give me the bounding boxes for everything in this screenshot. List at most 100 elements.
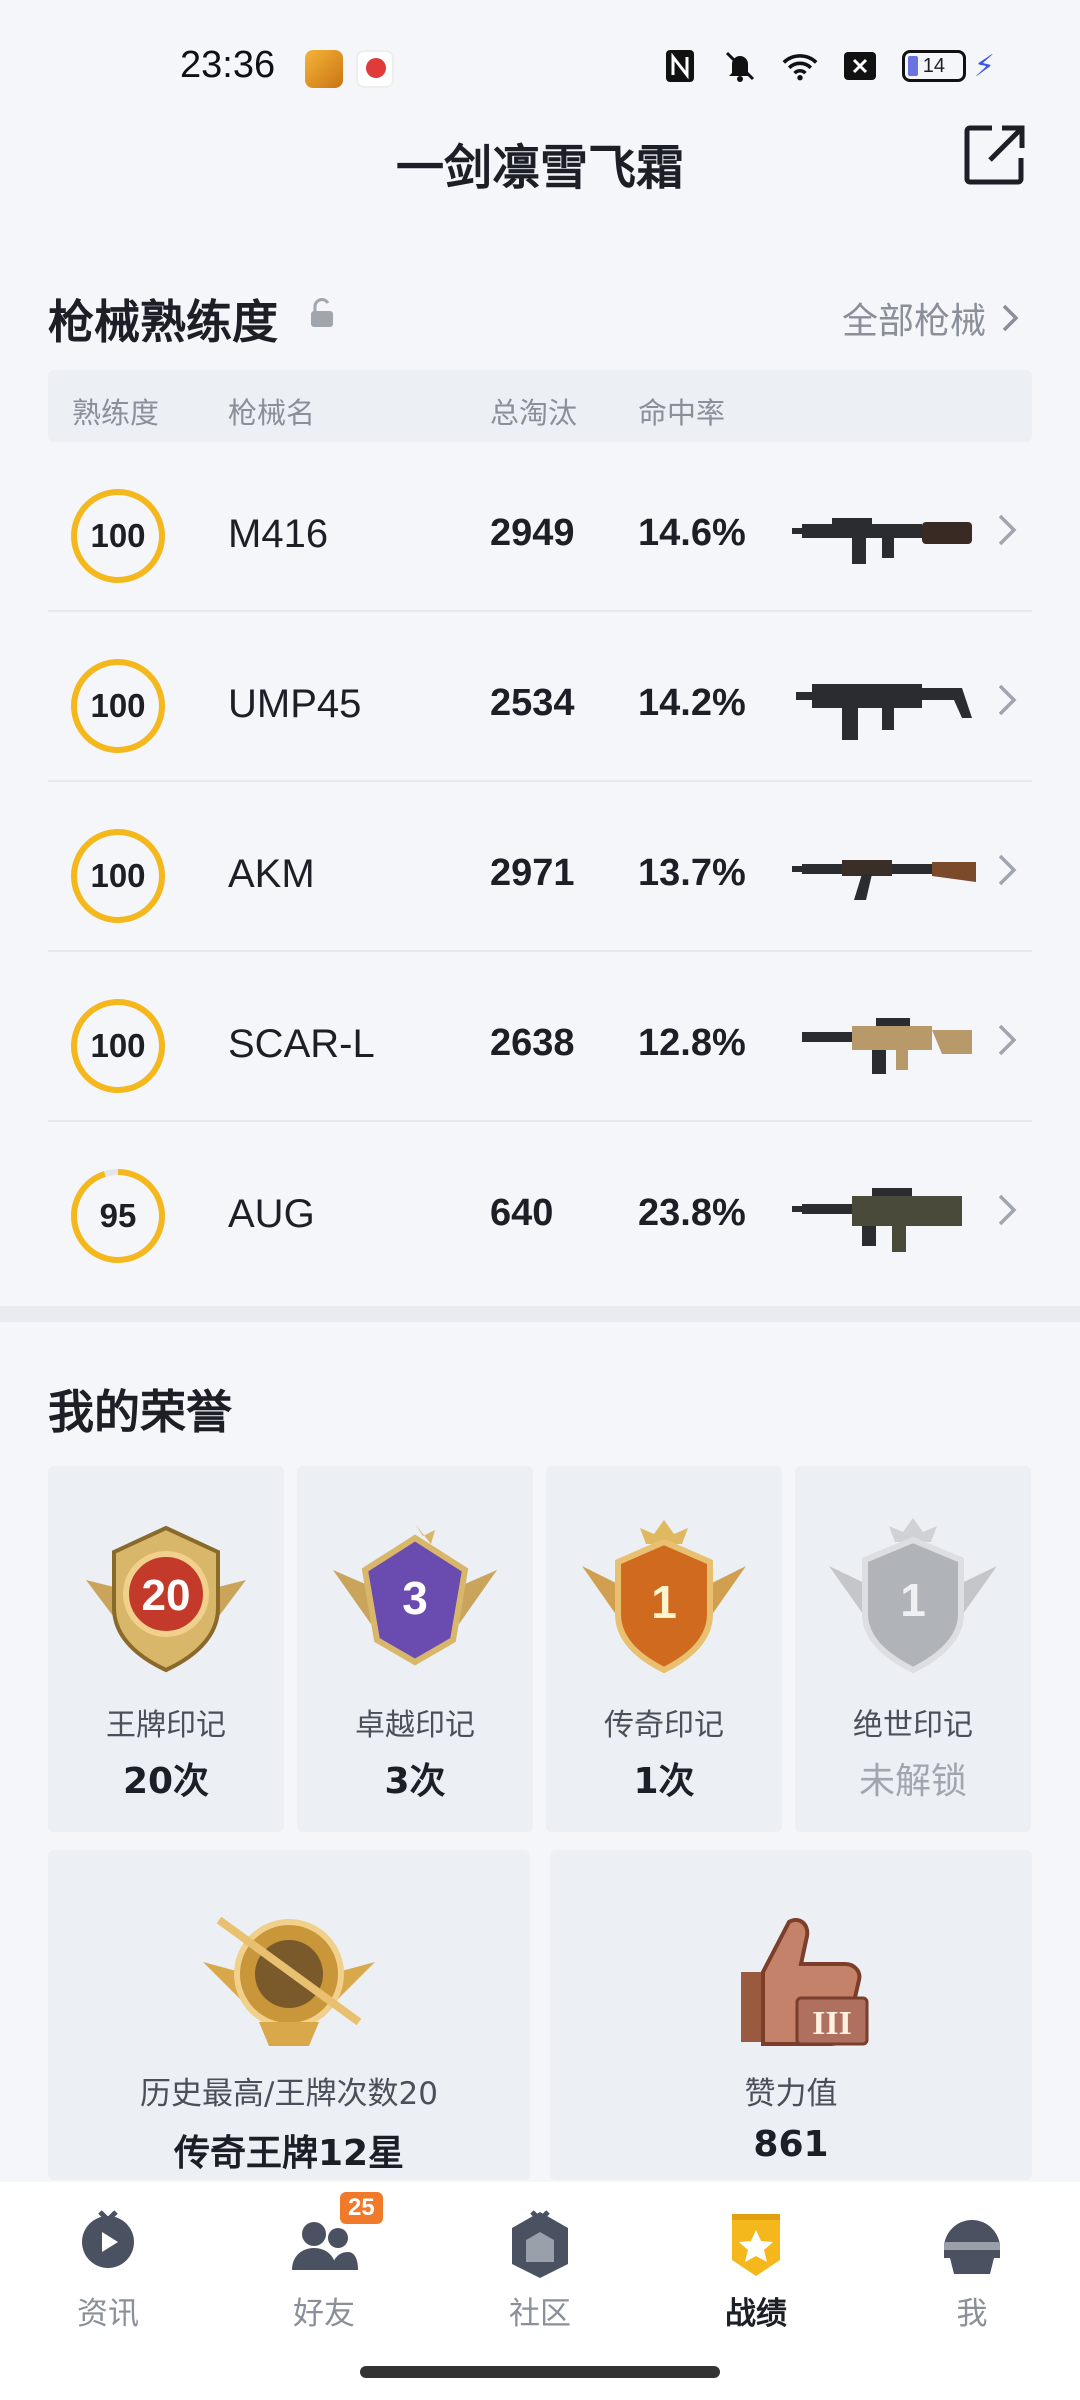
honor-card-excellent[interactable]: 3 卓越印记 3次 [297, 1466, 533, 1832]
nav-friends[interactable]: 25 好友 [254, 2192, 394, 2333]
status-time: 23:36 [180, 44, 276, 86]
weapon-name: M416 [228, 512, 329, 556]
weapon-kills: 2534 [490, 682, 575, 724]
weapon-name: UMP45 [228, 682, 362, 726]
status-bar: 23:36 14 ⚡ [0, 0, 1080, 130]
weapon-image [802, 1018, 972, 1074]
all-weapons-label: 全部枪械 [841, 301, 986, 342]
highest-rank-value: 传奇王牌12星 [173, 2133, 405, 2174]
svg-text:III: III [812, 2005, 852, 2042]
all-weapons-link[interactable]: 全部枪械 [842, 292, 1020, 344]
share-button[interactable] [962, 122, 1028, 188]
rank-badge-icon [203, 1916, 375, 2046]
nav-label: 社区 [509, 2296, 571, 2332]
highest-rank-card[interactable]: 历史最高/王牌次数20 传奇王牌12星 [48, 1850, 530, 2180]
lock-icon[interactable] [308, 296, 336, 330]
honor-card-ace[interactable]: 20 王牌印记 20次 [48, 1466, 284, 1832]
app-notification-icon-2 [356, 50, 394, 88]
battery-icon: 14 [901, 50, 966, 82]
honor-label: 卓越印记 [355, 1708, 475, 1743]
proficiency-value: 100 [90, 687, 146, 724]
friends-badge: 25 [340, 2192, 383, 2224]
weapon-name: SCAR-L [228, 1022, 375, 1066]
nav-label: 资讯 [77, 2296, 139, 2332]
honor-label: 传奇印记 [604, 1708, 724, 1743]
honor-card-peerless[interactable]: 1 绝世印记 未解锁 [795, 1466, 1031, 1832]
home-indicator[interactable] [360, 2366, 720, 2378]
proficiency-value: 95 [99, 1197, 137, 1234]
ace-badge-icon: 20 [86, 1525, 246, 1673]
weapon-hit-rate: 13.7% [638, 852, 746, 894]
honor-value: 1次 [633, 1761, 695, 1802]
honor-value: 20次 [122, 1761, 210, 1802]
weapon-hit-rate: 14.2% [638, 682, 746, 724]
honor-section-title: 我的荣誉 [48, 1385, 232, 1439]
weapon-kills: 2971 [490, 852, 575, 894]
likes-value: 861 [753, 2124, 829, 2165]
nav-record[interactable]: 战绩 [686, 2208, 826, 2333]
weapon-table-header: 熟练度 枪械名 总淘汰 命中率 [48, 370, 1032, 442]
honor-label: 绝世印记 [853, 1708, 973, 1743]
col-proficiency: 熟练度 [72, 396, 160, 430]
legend-badge-icon: 1 [582, 1520, 746, 1674]
chevron-right-icon [998, 514, 1017, 546]
nav-label: 好友 [293, 2296, 355, 2332]
proficiency-value: 100 [90, 857, 146, 894]
legend-badge-number: 1 [651, 1576, 677, 1628]
nav-news[interactable]: 资讯 [38, 2208, 178, 2333]
weapon-image [792, 518, 972, 564]
weapon-row[interactable]: 100 M416 2949 14.6% [48, 442, 1032, 612]
bell-muted-icon [722, 48, 758, 84]
weapon-image [796, 684, 972, 740]
nfc-icon [662, 48, 698, 84]
profile-icon [936, 2208, 1008, 2280]
app-notification-icon [305, 50, 343, 88]
share-icon [964, 125, 1025, 185]
weapon-hit-rate: 12.8% [638, 1022, 746, 1064]
friends-icon: 25 [288, 2192, 383, 2280]
news-icon [72, 2208, 144, 2280]
chevron-right-icon [1002, 304, 1019, 332]
weapon-row[interactable]: 100 SCAR-L 2638 12.8% [48, 952, 1032, 1122]
sim-x-icon [842, 48, 878, 84]
status-icons: 14 ⚡ [662, 48, 995, 84]
nav-community[interactable]: 社区 [470, 2208, 610, 2333]
proficiency-value: 100 [90, 1027, 146, 1064]
nav-label-active: 战绩 [725, 2296, 787, 2332]
excellent-badge-icon: 3 [333, 1524, 497, 1666]
col-kills: 总淘汰 [490, 396, 578, 430]
weapon-row[interactable]: 100 UMP45 2534 14.2% [48, 612, 1032, 782]
weapon-name: AUG [228, 1192, 315, 1236]
chevron-right-icon [998, 684, 1017, 716]
col-hit-rate: 命中率 [638, 396, 726, 430]
section-divider [0, 1306, 1080, 1322]
page-title: 一剑凛雪飞霜 [395, 140, 684, 196]
col-weapon-name: 枪械名 [228, 396, 316, 430]
weapon-section-title: 枪械熟练度 [48, 295, 278, 349]
chevron-right-icon [998, 1194, 1017, 1226]
honor-card-legend[interactable]: 1 传奇印记 1次 [546, 1466, 782, 1832]
weapon-hit-rate: 23.8% [638, 1192, 746, 1234]
excellent-badge-number: 3 [402, 1572, 428, 1624]
honor-value: 3次 [384, 1761, 446, 1802]
likes-card[interactable]: III 赞力值 861 [550, 1850, 1032, 2180]
proficiency-value: 100 [90, 517, 146, 554]
record-icon [720, 2208, 792, 2280]
weapon-hit-rate: 14.6% [638, 512, 746, 554]
thumbs-up-icon: III [741, 1917, 869, 2046]
weapon-image [792, 1188, 962, 1252]
weapon-row[interactable]: 95 AUG 640 23.8% [48, 1122, 1032, 1292]
peerless-badge-icon: 1 [829, 1518, 997, 1674]
battery-level: 14 [922, 54, 946, 77]
highest-rank-label: 历史最高/王牌次数20 [140, 2076, 438, 2112]
weapon-kills: 2949 [490, 512, 575, 554]
nav-label: 我 [956, 2296, 988, 2332]
nav-profile[interactable]: 我 [902, 2208, 1042, 2333]
community-icon [504, 2208, 576, 2280]
ace-badge-number: 20 [142, 1571, 191, 1620]
peerless-badge-number: 1 [900, 1574, 926, 1626]
weapon-row[interactable]: 100 AKM 2971 13.7% [48, 782, 1032, 952]
weapon-kills: 640 [490, 1192, 554, 1234]
wifi-icon [782, 48, 818, 84]
weapon-image [792, 860, 976, 900]
